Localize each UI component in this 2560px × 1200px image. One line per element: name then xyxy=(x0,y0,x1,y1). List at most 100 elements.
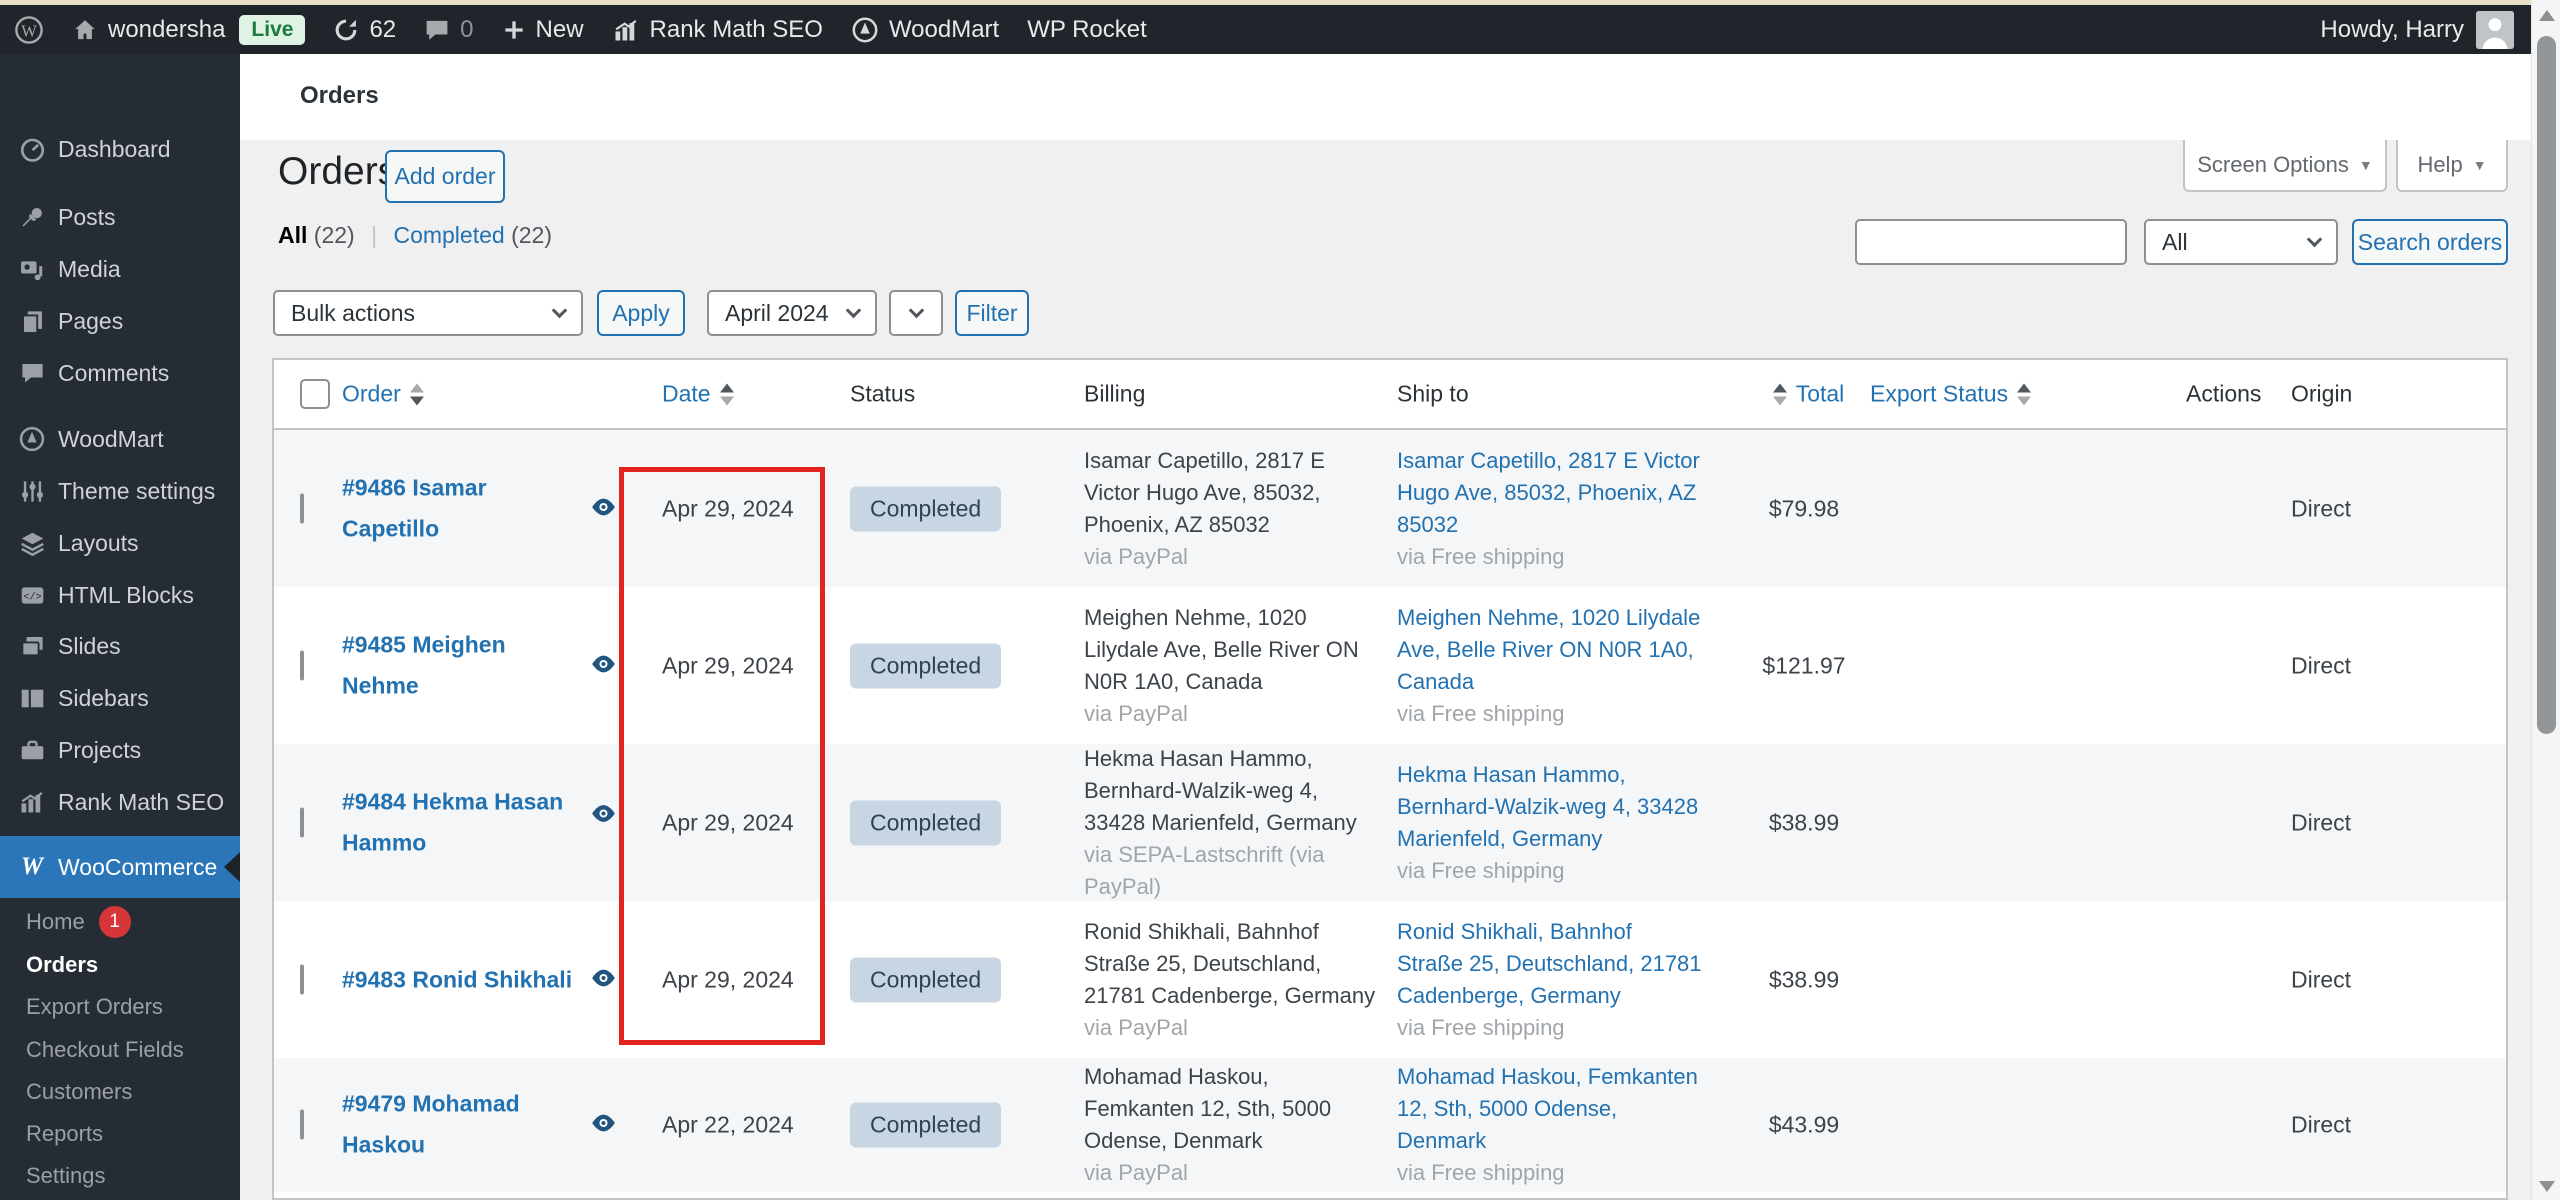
column-header-date[interactable]: Date xyxy=(662,381,743,408)
code-block-icon: </> xyxy=(16,582,48,609)
submenu-item-settings[interactable]: Settings xyxy=(0,1155,240,1197)
order-link[interactable]: #9484 Hekma Hasan Hammo xyxy=(342,781,582,864)
scrollbar-thumb[interactable] xyxy=(2537,36,2556,734)
order-link[interactable]: #9479 Mohamad Haskou xyxy=(342,1084,582,1167)
sidebars-icon xyxy=(16,685,48,712)
view-all-link[interactable]: All xyxy=(278,222,307,248)
sidebar-item-theme-settings[interactable]: Theme settings xyxy=(0,466,240,516)
preview-eye-icon[interactable] xyxy=(590,652,617,679)
month-filter-select[interactable]: April 2024 xyxy=(707,290,877,336)
row-checkbox[interactable] xyxy=(300,650,304,680)
sidebar-item-posts[interactable]: Posts xyxy=(0,192,240,242)
scroll-down-arrow-icon[interactable] xyxy=(2539,1181,2555,1192)
search-category-select[interactable]: All xyxy=(2144,219,2338,265)
sidebar-item-layouts[interactable]: Layouts xyxy=(0,518,240,568)
sidebar-item-comments[interactable]: Comments xyxy=(0,348,240,398)
status-badge: Completed xyxy=(850,957,1001,1002)
new-content-menu[interactable]: New xyxy=(488,5,598,54)
rank-math-menu[interactable]: Rank Math SEO xyxy=(598,5,837,54)
billing-address: Ronid Shikhali, Bahnhof Straße 25, Deuts… xyxy=(1084,919,1375,1008)
ship-to-link[interactable]: Ronid Shikhali, Bahnhof Straße 25, Deuts… xyxy=(1397,919,1702,1008)
submenu-item-reports[interactable]: Reports xyxy=(0,1113,240,1155)
order-link[interactable]: #9483 Ronid Shikhali xyxy=(342,959,572,1000)
view-completed-count: (22) xyxy=(511,222,552,248)
ship-via: via Free shipping xyxy=(1397,544,1565,569)
help-tab[interactable]: Help ▼ xyxy=(2396,140,2508,192)
search-orders-button[interactable]: Search orders xyxy=(2352,219,2508,265)
submenu-item-customers[interactable]: Customers xyxy=(0,1071,240,1113)
screen: W wondersha Live 62 0 New xyxy=(0,0,2560,1200)
scrollbar[interactable] xyxy=(2531,0,2560,1200)
billing-via: via PayPal xyxy=(1084,701,1188,726)
separator: | xyxy=(361,222,387,248)
billing-address: Hekma Hasan Hammo, Bernhard-Walzik-weg 4… xyxy=(1084,746,1357,835)
sidebar-item-media[interactable]: Media xyxy=(0,244,240,294)
search-input[interactable] xyxy=(1855,219,2127,265)
view-completed-link[interactable]: Completed xyxy=(393,222,504,248)
sidebar-item-dashboard[interactable]: Dashboard xyxy=(0,124,240,174)
scroll-up-arrow-icon[interactable] xyxy=(2539,10,2555,21)
ship-to-link[interactable]: Meighen Nehme, 1020 Lilydale Ave, Belle … xyxy=(1397,605,1700,694)
submenu-item-home[interactable]: Home 1 xyxy=(0,901,240,943)
row-checkbox[interactable] xyxy=(300,964,304,994)
preview-eye-icon[interactable] xyxy=(590,1112,617,1139)
svg-text:</>: </> xyxy=(23,591,41,603)
updates-icon xyxy=(333,17,359,43)
ship-to-link[interactable]: Hekma Hasan Hammo, Bernhard-Walzik-weg 4… xyxy=(1397,762,1698,851)
updates-menu[interactable]: 62 xyxy=(319,5,410,54)
submenu-item-checkout-fields[interactable]: Checkout Fields xyxy=(0,1029,240,1071)
order-total: $38.99 xyxy=(1744,966,1864,993)
slides-icon xyxy=(16,633,48,660)
preview-eye-icon[interactable] xyxy=(590,966,617,993)
comment-bubble-icon xyxy=(424,17,450,43)
extra-filter-select[interactable] xyxy=(889,290,943,336)
wp-rocket-menu[interactable]: WP Rocket xyxy=(1013,5,1161,54)
submenu-item-orders[interactable]: Orders xyxy=(0,944,240,986)
preview-eye-icon[interactable] xyxy=(590,802,617,829)
ship-to-link[interactable]: Mohamad Haskou, Femkanten 12, Sth, 5000 … xyxy=(1397,1064,1698,1153)
column-header-export-status[interactable]: Export Status xyxy=(1870,381,2040,408)
row-checkbox[interactable] xyxy=(300,1110,304,1140)
order-total: $79.98 xyxy=(1744,495,1864,522)
screen-options-tab[interactable]: Screen Options ▼ xyxy=(2183,140,2387,192)
sidebar-item-slides[interactable]: Slides xyxy=(0,621,240,671)
filter-button[interactable]: Filter xyxy=(955,290,1029,336)
bulk-actions-select[interactable]: Bulk actions xyxy=(273,290,583,336)
order-link[interactable]: #9485 Meighen Nehme xyxy=(342,624,582,707)
table-row: #9484 Hekma Hasan Hammo Apr 29, 2024 Com… xyxy=(274,744,2506,901)
preview-eye-icon[interactable] xyxy=(590,495,617,522)
column-header-order[interactable]: Order xyxy=(342,381,582,408)
ship-to-link[interactable]: Isamar Capetillo, 2817 E Victor Hugo Ave… xyxy=(1397,448,1700,537)
sidebar-item-woodmart[interactable]: WoodMart xyxy=(0,414,240,464)
content-header-strip xyxy=(240,54,2560,140)
select-all-checkbox[interactable] xyxy=(300,379,330,409)
account-menu[interactable]: Howdy, Harry xyxy=(2320,5,2560,54)
status-badge: Completed xyxy=(850,1103,1001,1148)
plus-icon xyxy=(502,18,526,42)
submenu-item-export-orders[interactable]: Export Orders xyxy=(0,986,240,1028)
apply-button[interactable]: Apply xyxy=(597,290,685,336)
add-order-button[interactable]: Add order xyxy=(385,150,505,203)
chevron-down-icon xyxy=(552,303,568,319)
sidebar-item-woocommerce[interactable]: W WooCommerce xyxy=(0,836,240,898)
sidebar-item-rank-math[interactable]: Rank Math SEO xyxy=(0,777,240,827)
sidebar-item-html-blocks[interactable]: </> HTML Blocks xyxy=(0,570,240,620)
row-checkbox[interactable] xyxy=(300,807,304,837)
woodmart-menu[interactable]: WoodMart xyxy=(837,5,1013,54)
sidebar-item-projects[interactable]: Projects xyxy=(0,725,240,775)
sidebar-item-pages[interactable]: Pages xyxy=(0,296,240,346)
rank-math-chart-icon xyxy=(612,16,640,44)
sidebar-item-label: HTML Blocks xyxy=(58,582,194,609)
ship-via: via Free shipping xyxy=(1397,701,1565,726)
comments-menu[interactable]: 0 xyxy=(410,5,487,54)
row-checkbox[interactable] xyxy=(300,493,304,523)
wordpress-logo-menu[interactable]: W xyxy=(0,5,58,54)
order-link[interactable]: #9486 Isamar Capetillo xyxy=(342,467,582,550)
sidebar-item-sidebars[interactable]: Sidebars xyxy=(0,673,240,723)
screen-options-label: Screen Options xyxy=(2197,152,2349,178)
column-header-total[interactable]: Total xyxy=(1744,381,1864,408)
billing-address: Meighen Nehme, 1020 Lilydale Ave, Belle … xyxy=(1084,605,1359,694)
month-filter-value: April 2024 xyxy=(725,300,829,327)
sidebar-item-label: Posts xyxy=(58,204,116,231)
site-menu[interactable]: wondersha Live xyxy=(58,5,319,54)
